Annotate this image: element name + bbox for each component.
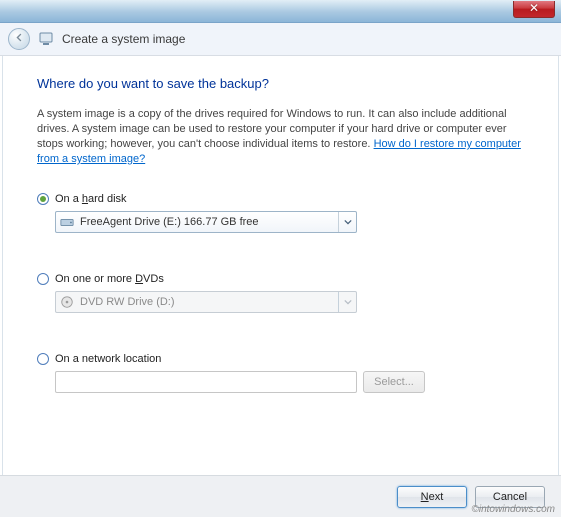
- option-network-row[interactable]: On a network location: [37, 353, 524, 365]
- next-button[interactable]: Next: [397, 486, 467, 508]
- label-segment: VDs: [143, 273, 164, 285]
- option-dvd-label: On one or more DVDs: [55, 273, 164, 285]
- dvd-combo: DVD RW Drive (D:): [55, 291, 357, 313]
- hard-disk-icon: [60, 215, 74, 229]
- back-arrow-icon: [14, 32, 25, 46]
- content-area: Where do you want to save the backup? A …: [2, 56, 559, 475]
- label-mnemonic: D: [135, 273, 143, 285]
- option-dvd: On one or more DVDs DVD RW Drive (D:): [37, 273, 524, 313]
- radio-dvd[interactable]: [37, 273, 49, 285]
- dvd-combo-value: DVD RW Drive (D:): [80, 296, 175, 308]
- label-segment: On a: [55, 193, 82, 205]
- close-button[interactable]: ✕: [513, 1, 555, 18]
- window-title: Create a system image: [62, 32, 185, 46]
- label-segment: ard disk: [88, 193, 127, 205]
- close-icon: ✕: [529, 1, 539, 15]
- option-hard-disk-label: On a hard disk: [55, 193, 127, 205]
- chevron-down-icon: [338, 292, 356, 312]
- radio-network[interactable]: [37, 353, 49, 365]
- titlebar: ✕: [0, 0, 561, 23]
- dvd-drive-icon: [60, 295, 74, 309]
- chevron-down-icon: [338, 212, 356, 232]
- back-button[interactable]: [8, 28, 30, 50]
- hard-disk-combo-value: FreeAgent Drive (E:) 166.77 GB free: [80, 216, 259, 228]
- hard-disk-combo[interactable]: FreeAgent Drive (E:) 166.77 GB free: [55, 211, 357, 233]
- radio-hard-disk[interactable]: [37, 193, 49, 205]
- network-select-button: Select...: [363, 371, 425, 393]
- system-image-icon: [38, 31, 54, 47]
- label-segment: On one or more: [55, 273, 135, 285]
- label-mnemonic: N: [421, 491, 429, 503]
- option-hard-disk-row[interactable]: On a hard disk: [37, 193, 524, 205]
- network-path-row: Select...: [55, 371, 524, 393]
- cancel-button[interactable]: Cancel: [475, 486, 545, 508]
- option-hard-disk: On a hard disk FreeAgent Drive (E:) 166.…: [37, 193, 524, 233]
- footer: Next Cancel: [0, 475, 561, 517]
- wizard-header: Create a system image: [0, 23, 561, 56]
- network-path-input: [55, 371, 357, 393]
- page-description: A system image is a copy of the drives r…: [37, 107, 524, 167]
- option-network: On a network location Select...: [37, 353, 524, 393]
- page-heading: Where do you want to save the backup?: [37, 76, 524, 91]
- option-dvd-row[interactable]: On one or more DVDs: [37, 273, 524, 285]
- label-segment: ext: [429, 491, 444, 503]
- option-network-label: On a network location: [55, 353, 161, 365]
